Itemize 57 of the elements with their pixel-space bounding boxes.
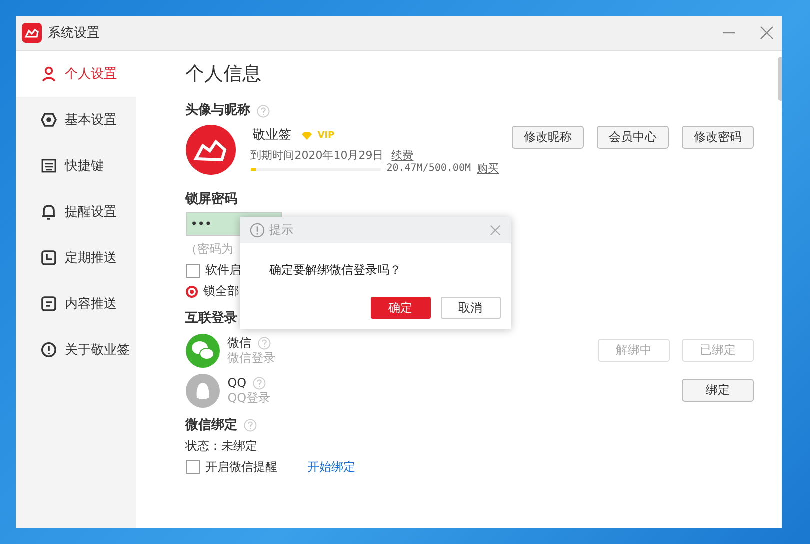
password-hint: （密码为 <box>186 242 235 258</box>
dialog-button[interactable]: 取消 <box>440 297 501 319</box>
person-icon <box>41 66 57 82</box>
settings-icon <box>41 112 57 128</box>
help-icon[interactable] <box>258 336 271 350</box>
section-heading: 锁屏密码 <box>186 192 238 208</box>
profile-button[interactable]: 修改昵称 <box>512 126 584 150</box>
app-logo-icon <box>22 23 42 43</box>
sidebar-item[interactable]: 内容推送 <box>16 281 136 327</box>
option-label: 开启微信提醒 <box>206 460 278 475</box>
account-name: 微信 <box>228 336 252 350</box>
dialog-message: 确定要解绑微信登录吗？ <box>268 262 403 279</box>
chat-bubbles-icon <box>186 334 220 368</box>
sidebar-item[interactable]: 快捷键 <box>16 143 136 189</box>
window-title: 系统设置 <box>48 25 100 42</box>
info-icon <box>250 222 265 238</box>
sidebar-item[interactable]: 个人设置 <box>16 51 136 97</box>
option-label: 锁全部 <box>204 284 240 300</box>
storage-reading: 20.47M/500.00M <box>386 162 471 176</box>
page-title: 个人信息 <box>186 63 262 87</box>
bell-icon <box>41 204 57 220</box>
vip-label: VIP <box>318 130 335 142</box>
section-heading: 互联登录 <box>186 311 238 328</box>
info-icon <box>41 342 57 358</box>
close-icon[interactable] <box>490 224 501 236</box>
checkbox[interactable] <box>186 264 200 278</box>
profile-button[interactable]: 修改密码 <box>682 126 754 150</box>
sidebar-item[interactable]: 提醒设置 <box>16 189 136 235</box>
keyboard-icon <box>41 158 57 174</box>
penguin-icon <box>186 374 220 408</box>
diamond-icon <box>302 132 312 140</box>
help-icon[interactable] <box>252 376 266 390</box>
nickname: 敬业签 <box>252 128 292 144</box>
start-binding-link[interactable]: 开始绑定 <box>308 460 356 475</box>
section-heading: 微信绑定 <box>186 418 238 434</box>
clock-icon <box>41 250 57 266</box>
help-icon[interactable] <box>244 419 257 432</box>
dialog-button[interactable]: 确定 <box>370 297 431 319</box>
renew-link[interactable]: 续费 <box>392 148 414 162</box>
expiry-date: 到期时间2020年10月29日 <box>250 148 384 162</box>
checkbox[interactable] <box>186 460 200 474</box>
help-icon[interactable] <box>256 104 270 118</box>
account-description: 微信登录 <box>228 350 276 364</box>
section-heading: 头像与昵称 <box>186 103 251 120</box>
document-icon <box>41 296 57 312</box>
bind-button[interactable]: 绑定 <box>682 379 754 402</box>
sidebar-item[interactable]: 关于敬业签 <box>16 327 136 373</box>
profile-button[interactable]: 会员中心 <box>597 126 669 150</box>
account-name: QQ <box>228 376 247 390</box>
radio-button[interactable] <box>186 286 198 298</box>
account-description: QQ登录 <box>228 390 271 404</box>
bind-status: 状态：未绑定 <box>186 438 259 454</box>
sidebar-item[interactable]: 基本设置 <box>16 97 136 143</box>
sidebar-item[interactable]: 定期推送 <box>16 235 136 281</box>
buy-link[interactable]: 购买 <box>477 162 499 176</box>
close-icon[interactable] <box>760 26 774 40</box>
avatar-logo-icon <box>186 125 236 176</box>
